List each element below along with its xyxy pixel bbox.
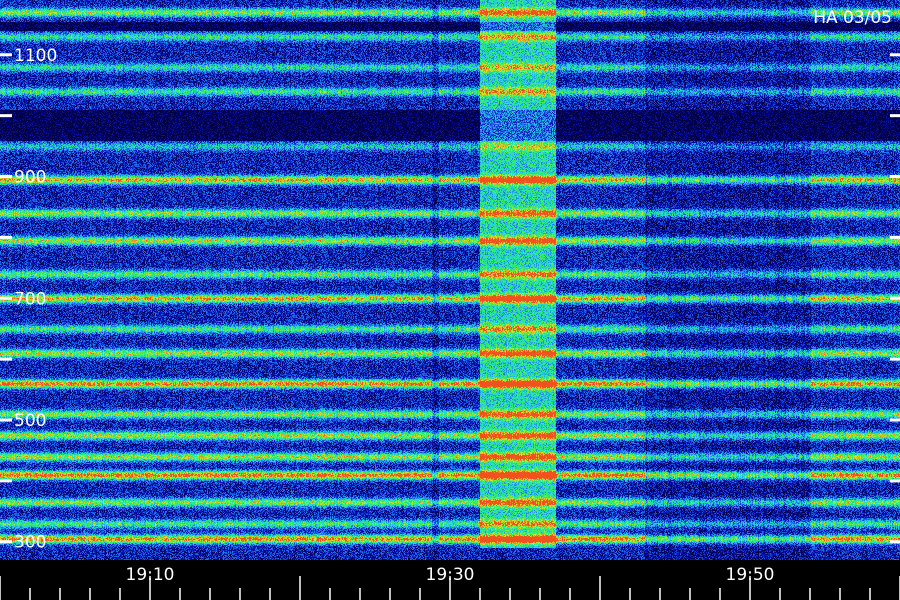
x-tick-label: 19:30 <box>426 565 475 585</box>
y-tick-label: 1100 <box>14 46 57 66</box>
y-tick-label: 300 <box>14 533 46 553</box>
y-tick-label: 500 <box>14 411 46 431</box>
x-tick-label: 19:50 <box>726 565 775 585</box>
axes-overlay: 300 500 700 900 1100 19:10 19:30 19:50 HA 03/05 <box>0 8 900 600</box>
chart-title: HA 03/05 <box>813 8 892 28</box>
spectrogram-chart: 300 500 700 900 1100 19:10 19:30 19:50 HA 03/05 <box>0 0 900 600</box>
x-tick-label: 19:10 <box>126 565 175 585</box>
y-tick-label: 900 <box>14 168 46 188</box>
y-tick-label: 700 <box>14 289 46 309</box>
